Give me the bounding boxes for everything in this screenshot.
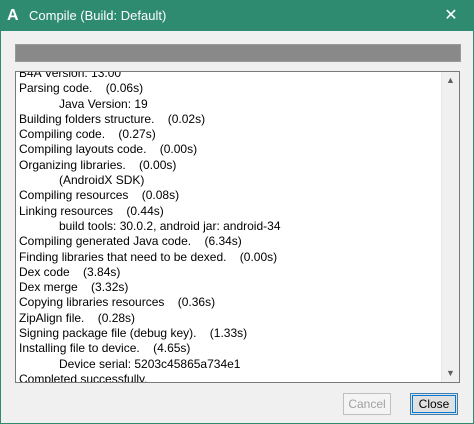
log-line: Dex code (3.84s) <box>19 264 121 279</box>
b4a-app-icon: A <box>7 7 19 24</box>
log-line: Signing package file (debug key). (1.33s… <box>19 326 248 341</box>
log-line: Copying libraries resources (0.36s) <box>19 295 216 310</box>
log-line: Parsing code. (0.06s) <box>19 81 144 96</box>
compile-progress-bar <box>15 44 461 62</box>
log-line: Finding libraries that need to be dexed.… <box>19 249 278 264</box>
window-title: Compile (Build: Default) <box>29 8 167 23</box>
log-line: Java Version: 19 <box>19 96 148 111</box>
log-line: Linking resources (0.44s) <box>19 203 164 218</box>
log-line: B4A Version: 13.00 <box>19 71 122 80</box>
log-line: Compiling generated Java code. (6.34s) <box>19 234 242 249</box>
compile-dialog: A Compile (Build: Default) ✕ B4A Version… <box>0 0 474 424</box>
log-lines: B4A Version: 13.00 Parsing code. (0.06s) … <box>19 71 441 383</box>
scroll-up-icon[interactable]: ▲ <box>442 72 459 89</box>
log-line: Compiling layouts code. (0.00s) <box>19 142 198 157</box>
scroll-down-icon[interactable]: ▼ <box>442 365 459 382</box>
title-bar[interactable]: A Compile (Build: Default) ✕ <box>1 1 473 31</box>
log-line: (AndroidX SDK) <box>19 173 145 188</box>
cancel-button[interactable]: Cancel <box>343 393 391 415</box>
log-line: Building folders structure. (0.02s) <box>19 111 206 126</box>
log-line: Organizing libraries. (0.00s) <box>19 157 177 172</box>
log-line: Device serial: 5203c45865a734e1 <box>19 356 241 371</box>
close-window-icon[interactable]: ✕ <box>429 1 473 31</box>
log-scrollbar[interactable]: ▲ ▼ <box>441 72 459 382</box>
compile-log[interactable]: B4A Version: 13.00 Parsing code. (0.06s) … <box>15 71 460 383</box>
close-button[interactable]: Close <box>410 393 458 415</box>
log-line: Compiling code. (0.27s) <box>19 127 156 142</box>
log-line: Dex merge (3.32s) <box>19 280 129 295</box>
log-line: build tools: 30.0.2, android jar: androi… <box>19 218 281 233</box>
log-line: Compiling resources (0.08s) <box>19 188 180 203</box>
log-line: Completed successfully. <box>19 371 148 383</box>
log-line: Installing file to device. (4.65s) <box>19 341 191 356</box>
log-line: ZipAlign file. (0.28s) <box>19 310 136 325</box>
